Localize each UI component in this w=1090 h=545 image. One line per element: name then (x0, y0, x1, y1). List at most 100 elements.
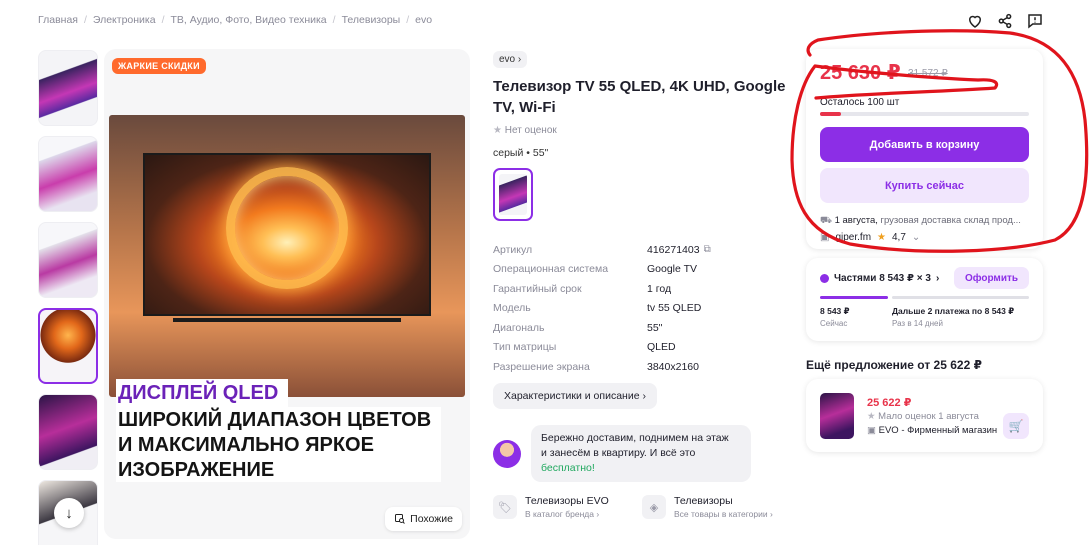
installment-now-amount: 8 543 ₽ (820, 306, 850, 316)
spec-row: Диагональ 55" (493, 318, 788, 338)
shipping-line: ⛟ 1 августа, грузовая доставка склад про… (820, 215, 1029, 227)
thumbnail[interactable] (38, 136, 98, 212)
offer-thumbnail (820, 393, 854, 439)
buy-card: 25 630 ₽ 31 572 ₽ Осталось 100 шт Добави… (806, 49, 1043, 249)
scroll-down-arrow-icon[interactable]: ↓ (54, 498, 84, 528)
spec-value: Google TV (647, 263, 698, 276)
installments-label[interactable]: Частями 8 543 ₽ × 3 › (820, 273, 939, 284)
similar-button[interactable]: Похожие (385, 507, 462, 531)
variant-label: серый • 55" (493, 147, 549, 159)
product-main-image[interactable]: ЖАРКИЕ СКИДКИ ДИСПЛЕЙ QLED ШИРОКИЙ ДИАПА… (104, 49, 470, 539)
star-icon: ★ (493, 125, 502, 136)
stock-bar (820, 112, 1029, 116)
brand-catalog-link[interactable]: 🏷 Телевизоры EVO В каталог бренда › (493, 495, 626, 519)
thumbnail[interactable] (38, 394, 98, 470)
category-link[interactable]: ◈ Телевизоры Все товары в категории › (642, 495, 775, 519)
spec-row: Разрешение экрана 3840x2160 (493, 357, 788, 377)
cat-title: Телевизоры EVO (525, 495, 609, 507)
promo-line: И МАКСИМАЛЬНО ЯРКОЕ (116, 432, 442, 457)
installments-bar-later (892, 296, 1029, 299)
spec-key: Модель (493, 302, 531, 315)
thumbnail[interactable] (38, 222, 98, 298)
search-similar-icon (395, 514, 405, 524)
heart-icon[interactable] (966, 12, 984, 30)
installment-now-caption: Сейчас (820, 319, 848, 328)
product-title: Телевизор TV 55 QLED, 4K UHD, Google TV,… (493, 78, 786, 116)
spec-row: Операционная система Google TV (493, 260, 788, 280)
breadcrumb-item-tv-audio[interactable]: ТВ, Аудио, Фото, Видео техника (171, 14, 327, 26)
layers-icon: ◈ (642, 495, 666, 519)
chevron-down-icon: ⌄ (911, 232, 921, 243)
spec-key: Гарантийный срок (493, 282, 582, 295)
fire-ring (226, 167, 348, 289)
characteristics-button[interactable]: Характеристики и описание › (493, 383, 657, 409)
thumbnail-selected[interactable] (38, 308, 98, 384)
brand-name: evo (499, 54, 516, 65)
stock-text: Осталось 100 шт (820, 97, 900, 108)
installment-later-caption: Раз в 14 дней (892, 319, 943, 328)
delivery-info: Бережно доставим, поднимем на этаж и зан… (493, 425, 751, 482)
add-to-cart-button[interactable]: Добавить в корзину (820, 127, 1029, 162)
breadcrumb-separator: / (161, 14, 165, 26)
spec-table: Артикул 416271403 ⧉ Операционная система Go… (493, 240, 788, 377)
installment-later-amount: Дальше 2 платежа по 8 543 ₽ (892, 306, 1015, 316)
cart-icon[interactable]: 🛒 (1003, 413, 1029, 439)
other-offer-heading: Ещё предложение от 25 622 ₽ (806, 358, 982, 372)
seller-name: giper.fm (835, 232, 872, 243)
stock-bar-fill (820, 112, 841, 116)
offer-price: 25 622 ₽ (867, 397, 912, 409)
cat-sub: В каталог бренда › (525, 509, 600, 519)
buy-now-button[interactable]: Купить сейчас (820, 168, 1029, 203)
seller-line[interactable]: ▣ giper.fm ★ 4,7 ⌄ (820, 232, 920, 243)
share-icon[interactable] (996, 12, 1014, 30)
breadcrumb-item-tvs[interactable]: Телевизоры (342, 14, 401, 26)
rating-text: Нет оценок (504, 125, 557, 136)
breadcrumb-item-brand[interactable]: evo (415, 14, 432, 26)
shop-icon: ▣ (867, 425, 876, 436)
report-icon[interactable] (1026, 12, 1044, 30)
breadcrumb-item-home[interactable]: Главная (38, 14, 78, 26)
seller-rating: 4,7 (892, 232, 906, 243)
spec-value: tv 55 QLED (647, 302, 702, 315)
tv-photo (109, 115, 465, 397)
spec-value: 55" (647, 321, 663, 334)
breadcrumb-separator: / (406, 14, 410, 26)
spec-value: QLED (647, 341, 676, 354)
star-icon: ★ (877, 232, 886, 243)
current-price: 25 630 ₽ (820, 62, 901, 84)
spec-value: 416271403 (647, 243, 700, 256)
rating[interactable]: ★ Нет оценок (493, 125, 788, 136)
ship-text: грузовая доставка склад прод... (877, 215, 1021, 226)
other-offer-card[interactable]: 25 622 ₽ ★ Мало оценок 1 августа ▣ EVO -… (806, 379, 1043, 452)
star-icon: ★ (867, 411, 876, 422)
installments-icon (820, 274, 829, 283)
characteristics-label: Характеристики и описание (504, 390, 640, 402)
truck-icon: ⛟ (820, 215, 832, 226)
spec-row: Тип матрицы QLED (493, 338, 788, 358)
spec-key: Операционная система (493, 263, 609, 276)
promo-text: ДИСПЛЕЙ QLED ШИРОКИЙ ДИАПАЗОН ЦВЕТОВ И М… (116, 379, 442, 482)
cat-title: Телевизоры (674, 495, 733, 507)
brand-chip[interactable]: evo › (493, 51, 528, 68)
copy-icon[interactable]: ⧉ (704, 244, 711, 255)
spec-key: Артикул (493, 243, 533, 256)
free-link[interactable]: бесплатно! (541, 462, 595, 474)
delivery-line: Бережно доставим, поднимем на этаж (541, 432, 729, 444)
checkout-installments-button[interactable]: Оформить (954, 267, 1029, 289)
spec-key: Разрешение экрана (493, 360, 590, 373)
promo-line: ИЗОБРАЖЕНИЕ (116, 457, 442, 482)
offer-meta: ★ Мало оценок 1 августа (867, 411, 979, 422)
variant-swatch[interactable] (493, 168, 533, 221)
spec-value: 1 год (647, 282, 672, 295)
courier-avatar (493, 439, 521, 468)
installments-bar-now (820, 296, 888, 299)
offer-seller: ▣ EVO - Фирменный магазин (867, 425, 997, 436)
tv-stand (173, 318, 401, 322)
category-links: 🏷 Телевизоры EVO В каталог бренда › ◈ Тел… (493, 495, 775, 519)
hot-discount-badge: ЖАРКИЕ СКИДКИ (112, 58, 206, 74)
product-actions (966, 12, 1044, 30)
breadcrumb-separator: / (83, 14, 87, 26)
delivery-bubble: Бережно доставим, поднимем на этаж и зан… (531, 425, 751, 482)
thumbnail[interactable] (38, 50, 98, 126)
breadcrumb-item-electronics[interactable]: Электроника (93, 14, 156, 26)
